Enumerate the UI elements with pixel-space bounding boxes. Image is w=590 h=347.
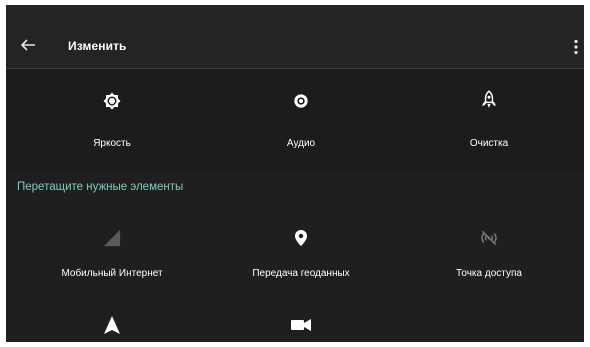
tile-hotspot[interactable]: Точка доступа: [393, 201, 584, 289]
tile-label: Мобильный Интернет: [61, 268, 163, 279]
tile-label: Очистка: [469, 138, 509, 149]
more-options-button[interactable]: [570, 35, 582, 59]
more-vert-icon: [574, 39, 578, 55]
tile-audio[interactable]: Аудио: [205, 69, 397, 171]
navigation-icon: [104, 316, 120, 334]
page-title: Изменить: [68, 39, 127, 53]
video-camera-icon: [291, 319, 311, 331]
location-pin-icon: [295, 230, 307, 246]
tile-location[interactable]: Передача геоданных: [205, 201, 397, 289]
active-tiles-section: Яркость Аудио Очистка: [6, 69, 584, 171]
tile-label: Яркость: [93, 138, 131, 149]
arrow-left-icon: [20, 39, 35, 51]
back-button[interactable]: [16, 33, 40, 57]
tile-screen-record[interactable]: [205, 309, 397, 342]
toolbar: Изменить: [6, 5, 584, 69]
available-tiles-section: Мобильный Интернет Передача геоданных То…: [6, 201, 584, 342]
tile-cleanup[interactable]: Очистка: [393, 69, 584, 171]
tile-mobile-data[interactable]: Мобильный Интернет: [16, 201, 208, 289]
hotspot-off-icon: [481, 230, 497, 246]
tile-label: Передача геоданных: [252, 268, 350, 279]
tile-navigation[interactable]: [16, 309, 208, 342]
rocket-icon: [482, 90, 496, 108]
brightness-icon: [103, 92, 121, 110]
tile-brightness[interactable]: Яркость: [16, 69, 208, 171]
quick-settings-edit-screen: Изменить Яркость Аудио Очистка Перетащит…: [6, 5, 584, 342]
speaker-icon: [294, 94, 308, 108]
tile-label: Точка доступа: [456, 268, 522, 279]
drag-hint-header: Перетащите нужные элементы: [17, 181, 184, 193]
tile-label: Аудио: [286, 138, 316, 149]
signal-icon: [103, 229, 121, 247]
